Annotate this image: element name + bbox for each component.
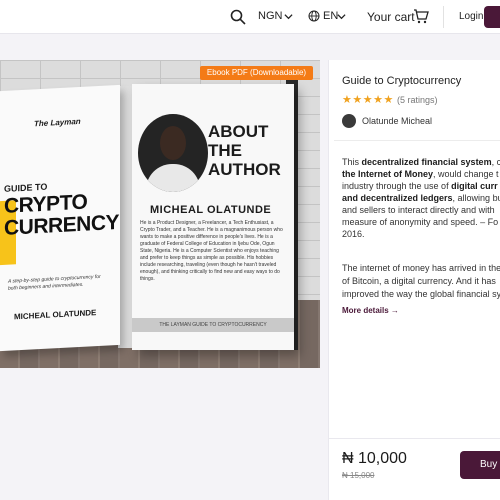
author-photo — [138, 114, 208, 192]
seller-avatar[interactable] — [342, 114, 356, 128]
book-spine — [118, 86, 132, 348]
header-divider — [443, 6, 444, 28]
star-rating: ★★★★★ — [342, 94, 394, 106]
cart-icon[interactable] — [413, 8, 429, 24]
description-line: improved the way the global financial sy — [342, 289, 500, 299]
cover-series-label: The Layman — [34, 116, 81, 129]
book-back-cover: ABOUT THE AUTHOR MICHEAL OLATUNDE He is … — [132, 84, 294, 350]
product-title: Guide to Cryptocurrency — [342, 75, 462, 87]
cart-link[interactable]: Your cart — [367, 10, 415, 24]
search-icon[interactable] — [230, 9, 246, 25]
original-price: ₦ 15,000 — [342, 471, 375, 480]
description-line: industry through the use of digital curr — [342, 181, 498, 191]
globe-icon[interactable] — [308, 10, 320, 22]
description-line: and decentralized ledgers, allowing bu — [342, 193, 500, 203]
description-line: of Bitcoin, a digital currency. And it h… — [342, 276, 496, 286]
cover-author: MICHEAL OLATUNDE — [14, 308, 97, 322]
current-price: ₦ 10,000 — [342, 450, 407, 467]
cover-subtitle: A step-by-step guide to cryptocurrency f… — [8, 273, 101, 292]
about-author-heading: ABOUT THE AUTHOR — [208, 122, 281, 179]
ratings-count[interactable]: (5 ratings) — [397, 95, 438, 105]
chevron-down-icon[interactable] — [337, 12, 346, 21]
product-description: This decentralized financial system, c t… — [342, 156, 500, 240]
product-description-2: The internet of money has arrived in the… — [342, 262, 500, 301]
chevron-down-icon[interactable] — [284, 12, 293, 21]
login-link[interactable]: Login — [459, 11, 483, 22]
language-selector[interactable]: EN — [323, 10, 338, 22]
signup-button[interactable] — [484, 6, 500, 28]
description-line: the Internet of Money, would change t — [342, 169, 499, 179]
more-details-link[interactable]: More details → — [342, 306, 399, 315]
description-line: and sellers to interact directly and wit… — [342, 205, 495, 215]
book-front-cover: The Layman GUIDE TO CRYPTO CURRENCY A st… — [0, 84, 120, 352]
top-header: NGN EN Your cart Login — [0, 0, 500, 34]
description-line: measure of anonymity and speed. – Fo — [342, 217, 499, 227]
cover-title-line2: CURRENCY — [4, 210, 120, 240]
back-footer-title: THE LAYMAN GUIDE TO CRYPTOCURRENCY — [132, 318, 294, 332]
author-bio: He is a Product Designer, a Freelancer, … — [140, 220, 283, 282]
description-line: 2016. — [342, 229, 365, 239]
back-author-name: MICHEAL OLATUNDE — [150, 204, 272, 216]
seller-name[interactable]: Olatunde Micheal — [362, 116, 432, 126]
description-line: The internet of money has arrived in the — [342, 263, 500, 273]
description-line: This decentralized financial system, c — [342, 157, 500, 167]
ebook-format-badge: Ebook PDF (Downloadable) — [200, 66, 313, 80]
currency-selector[interactable]: NGN — [258, 10, 282, 22]
buy-now-button[interactable]: Buy n — [460, 451, 500, 479]
divider — [334, 140, 500, 141]
